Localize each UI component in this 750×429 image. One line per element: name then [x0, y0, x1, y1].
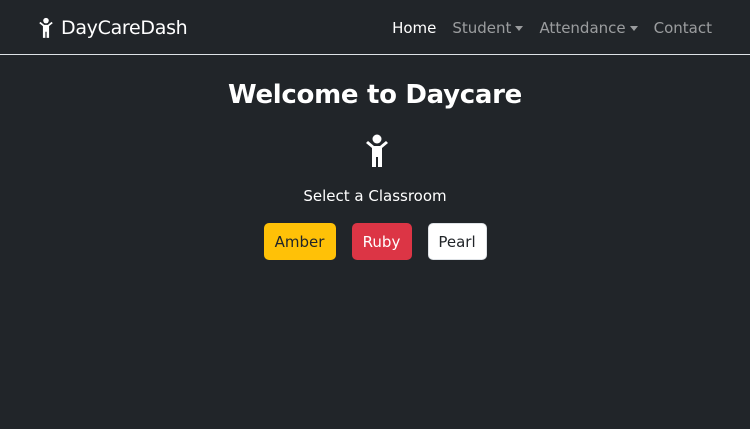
ruby-classroom-button[interactable]: Ruby [351, 223, 412, 260]
nav-links: Home Student Attendance Contact [376, 17, 712, 39]
child-icon [38, 17, 54, 39]
nav-attendance-label: Attendance [539, 19, 626, 37]
child-icon [364, 134, 390, 168]
nav-student-dropdown[interactable]: Student [452, 19, 524, 37]
page-title: Welcome to Daycare [228, 80, 522, 110]
nav-attendance-dropdown[interactable]: Attendance [539, 19, 638, 37]
nav-home[interactable]: Home [392, 19, 436, 37]
brand-link[interactable]: DayCareDash [38, 15, 188, 41]
navbar: DayCareDash Home Student Attendance Cont… [0, 0, 750, 55]
caret-down-icon [515, 25, 524, 31]
nav-contact[interactable]: Contact [654, 19, 712, 37]
classroom-prompt: Select a Classroom [303, 187, 447, 205]
classroom-buttons: Amber Ruby Pearl [0, 223, 750, 260]
nav-student-label: Student [452, 19, 512, 37]
amber-classroom-button[interactable]: Amber [263, 223, 336, 260]
pearl-classroom-button[interactable]: Pearl [427, 223, 487, 260]
caret-down-icon [629, 25, 638, 31]
brand-name: DayCareDash [61, 17, 188, 39]
